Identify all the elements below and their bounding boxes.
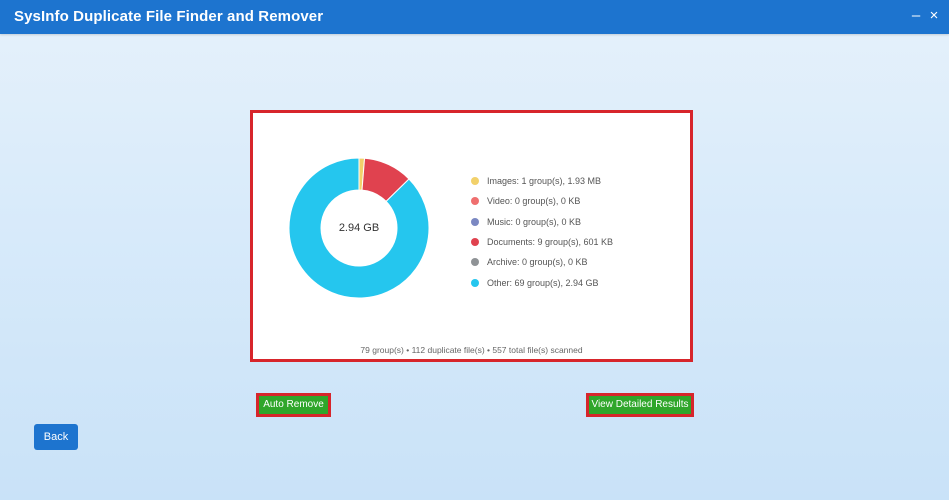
legend-item-music: Music: 0 group(s), 0 KB [471, 212, 613, 232]
legend-label: Video: 0 group(s), 0 KB [487, 196, 581, 207]
total-size-label: 2.94 GB [338, 222, 380, 234]
chart-legend: Images: 1 group(s), 1.93 MB Video: 0 grou… [471, 171, 613, 293]
window-title: SysInfo Duplicate File Finder and Remove… [14, 8, 324, 25]
legend-label: Archive: 0 group(s), 0 KB [487, 257, 588, 268]
auto-remove-button[interactable]: Auto Remove [256, 393, 331, 417]
legend-swatch [471, 217, 479, 226]
legend-item-other: Other: 69 group(s), 2.94 GB [471, 272, 613, 292]
scan-summary: 79 group(s) • 112 duplicate file(s) • 55… [360, 345, 583, 355]
back-button[interactable]: Back [34, 424, 78, 450]
legend-label: Music: 0 group(s), 0 KB [487, 216, 582, 227]
legend-swatch [471, 258, 479, 267]
close-icon[interactable]: × [926, 6, 942, 26]
legend-label: Other: 69 group(s), 2.94 GB [487, 277, 599, 288]
view-detailed-results-button[interactable]: View Detailed Results [586, 393, 694, 417]
legend-item-images: Images: 1 group(s), 1.93 MB [471, 171, 613, 191]
legend-item-video: Video: 0 group(s), 0 KB [471, 191, 613, 211]
legend-item-documents: Documents: 9 group(s), 601 KB [471, 232, 613, 252]
legend-item-archive: Archive: 0 group(s), 0 KB [471, 252, 613, 272]
legend-swatch [471, 197, 479, 206]
minimize-icon[interactable]: – [908, 6, 924, 26]
legend-swatch [471, 177, 479, 186]
legend-swatch [471, 278, 479, 287]
legend-label: Images: 1 group(s), 1.93 MB [487, 176, 602, 187]
legend-label: Documents: 9 group(s), 601 KB [487, 237, 614, 248]
scan-results-panel: 2.94 GB Images: 1 group(s), 1.93 MB Video… [250, 110, 693, 362]
legend-swatch [471, 238, 479, 247]
title-bar: SysInfo Duplicate File Finder and Remove… [0, 0, 949, 34]
duplicate-donut-chart: 2.94 GB [286, 155, 432, 301]
